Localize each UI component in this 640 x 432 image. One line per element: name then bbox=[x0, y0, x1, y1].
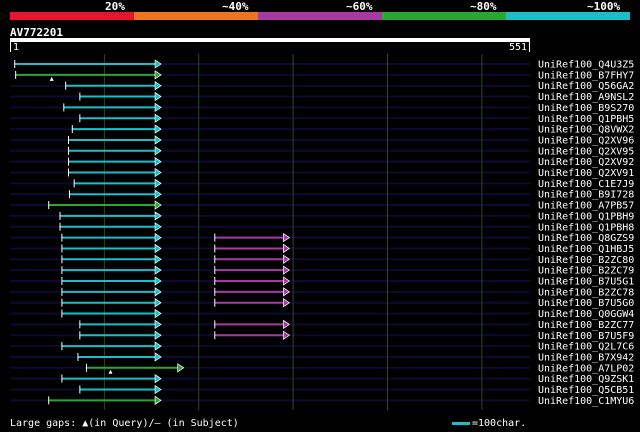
hit-arrowhead bbox=[154, 222, 162, 232]
hit-label: UniRef100_A9NSL2 bbox=[538, 92, 634, 103]
hit-label: UniRef100_Q2XV91 bbox=[538, 168, 634, 179]
hit-label: UniRef100_C1MYU6 bbox=[538, 396, 634, 407]
hit-arrowhead bbox=[283, 330, 291, 340]
hit-arrowhead bbox=[154, 232, 162, 243]
hit-arrowhead bbox=[154, 298, 162, 308]
hit-arrowhead bbox=[154, 373, 162, 384]
hit-arrowhead bbox=[154, 395, 162, 406]
hit-arrowhead bbox=[154, 81, 162, 91]
hit-label: UniRef100_Q8GZS9 bbox=[538, 233, 634, 244]
hit-label: UniRef100_B7U5G0 bbox=[538, 298, 634, 309]
hit-arrowhead bbox=[154, 200, 162, 210]
hit-label: UniRef100_B7X942 bbox=[538, 352, 634, 363]
hit-arrowhead bbox=[154, 265, 162, 275]
hit-arrowhead bbox=[154, 243, 162, 254]
hit-arrowhead bbox=[154, 189, 162, 199]
hit-label: UniRef100_B9S270 bbox=[538, 103, 634, 114]
hit-arrowhead bbox=[154, 178, 162, 189]
scale-label: =100char. bbox=[472, 418, 527, 429]
hit-label: UniRef100_B7U5G1 bbox=[538, 277, 634, 288]
hit-arrowhead bbox=[154, 276, 162, 286]
hit-label: UniRef100_Q0GGW4 bbox=[538, 309, 634, 320]
hit-arrowhead bbox=[154, 254, 162, 264]
hit-label: UniRef100_Q1PBH5 bbox=[538, 114, 634, 125]
hit-label: UniRef100_C1E7J9 bbox=[538, 179, 634, 190]
hit-label: UniRef100_Q56GA2 bbox=[538, 81, 634, 92]
hit-label: UniRef100_B2ZC79 bbox=[538, 266, 634, 277]
hit-label: UniRef100_A7LP02 bbox=[538, 363, 634, 374]
hit-label: UniRef100_B2ZC80 bbox=[538, 255, 634, 266]
hit-label: UniRef100_B2ZC77 bbox=[538, 320, 634, 331]
scale-swatch bbox=[452, 421, 470, 425]
hit-arrowhead bbox=[283, 319, 291, 330]
hit-arrowhead bbox=[154, 167, 162, 178]
hit-arrowhead bbox=[154, 384, 162, 395]
hit-arrowhead bbox=[154, 341, 162, 351]
hit-arrowhead bbox=[283, 276, 291, 286]
hit-label: UniRef100_Q2XV95 bbox=[538, 146, 634, 157]
hit-label: UniRef100_Q5CB51 bbox=[538, 385, 634, 396]
hit-arrowhead bbox=[154, 352, 162, 362]
hit-arrowhead bbox=[154, 319, 162, 330]
hit-arrowhead bbox=[154, 308, 162, 319]
hit-label: UniRef100_Q1PBH8 bbox=[538, 222, 634, 233]
hit-arrowhead bbox=[283, 254, 291, 264]
hit-label: UniRef100_Q9ZSK1 bbox=[538, 374, 634, 385]
hit-arrowhead bbox=[154, 146, 162, 156]
hit-arrowhead bbox=[283, 298, 291, 308]
hit-label: UniRef100_Q2L7C6 bbox=[538, 342, 634, 353]
hit-label: UniRef100_Q1HBJ5 bbox=[538, 244, 634, 255]
hit-arrowhead bbox=[154, 91, 162, 102]
hit-label: UniRef100_B9I728 bbox=[538, 190, 634, 201]
hit-arrowhead bbox=[154, 124, 162, 134]
hit-arrowhead bbox=[177, 363, 185, 373]
hit-arrowhead bbox=[154, 113, 162, 123]
gaps-legend: Large gaps: ▲(in Query)/– (in Subject) bbox=[10, 418, 239, 429]
hit-label: UniRef100_Q8VWX2 bbox=[538, 125, 634, 136]
hit-label: UniRef100_Q2XV96 bbox=[538, 135, 634, 146]
hit-label: UniRef100_B7U5F9 bbox=[538, 331, 634, 342]
hit-arrowhead bbox=[154, 102, 162, 113]
hit-label: UniRef100_Q2XV92 bbox=[538, 157, 634, 168]
query-gap-marker bbox=[49, 76, 54, 81]
hit-arrowhead bbox=[154, 330, 162, 340]
hit-arrowhead bbox=[154, 70, 162, 80]
hit-arrowhead bbox=[283, 243, 291, 254]
hit-arrowhead bbox=[154, 135, 162, 145]
hit-arrowhead bbox=[154, 211, 162, 221]
hit-label: UniRef100_B7FHY7 bbox=[538, 70, 634, 81]
scale-legend: =100char. bbox=[452, 418, 526, 429]
hit-label: UniRef100_B2ZC78 bbox=[538, 287, 634, 298]
hit-arrowhead bbox=[283, 232, 291, 243]
query-gap-marker bbox=[108, 369, 113, 374]
hit-arrowhead bbox=[283, 287, 291, 297]
hit-arrowhead bbox=[154, 156, 162, 167]
hit-arrowhead bbox=[154, 287, 162, 297]
hit-arrowhead bbox=[154, 59, 162, 69]
alignment-plot: UniRef100_Q4U3Z5UniRef100_B7FHY7UniRef10… bbox=[10, 54, 634, 410]
hit-label: UniRef100_Q1PBH9 bbox=[538, 211, 634, 222]
hit-label: UniRef100_A7PB57 bbox=[538, 201, 634, 212]
hit-arrowhead bbox=[283, 265, 291, 275]
hit-label: UniRef100_Q4U3Z5 bbox=[538, 60, 634, 71]
